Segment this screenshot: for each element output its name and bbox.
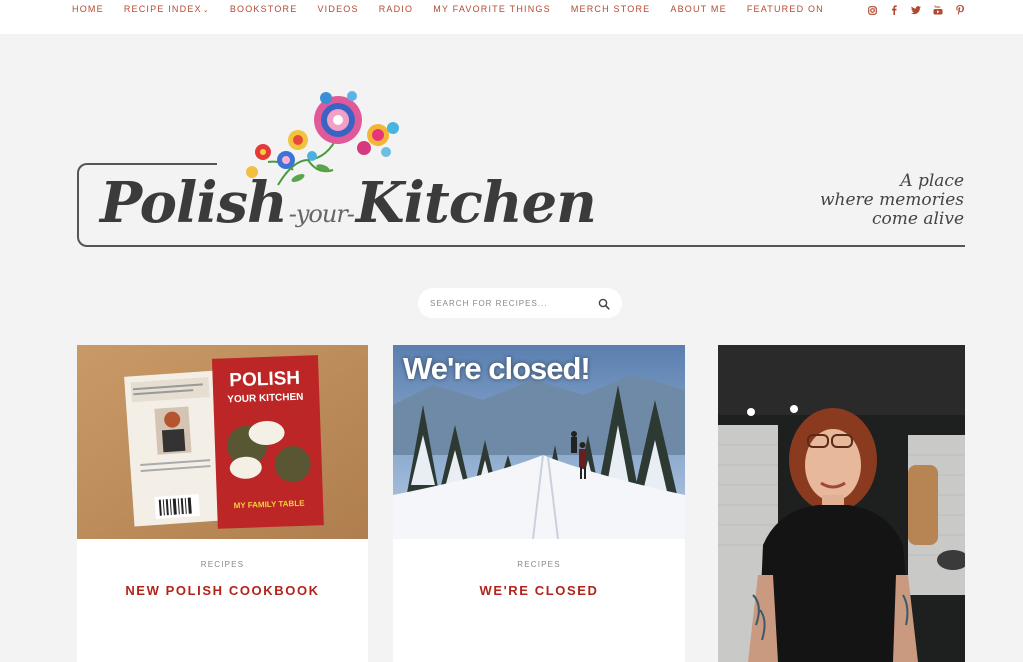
cookbook-image[interactable]: POLISH YOUR KITCHEN MY FAMILY TABLE bbox=[77, 345, 368, 539]
svg-text:You: You bbox=[934, 5, 940, 9]
card-category[interactable]: RECIPES bbox=[393, 560, 685, 569]
snowy-forest-image[interactable]: We're closed! bbox=[393, 345, 685, 539]
logo-word-your: -your- bbox=[288, 200, 355, 228]
logo-text: Polish-your-Kitchen bbox=[100, 170, 597, 236]
chevron-down-icon: ⌄ bbox=[202, 7, 210, 14]
youtube-icon[interactable]: You bbox=[933, 4, 943, 16]
portrait-image[interactable] bbox=[718, 345, 965, 662]
logo-underline bbox=[87, 245, 965, 247]
search-input[interactable] bbox=[430, 298, 590, 308]
card-category[interactable]: RECIPES bbox=[77, 560, 368, 569]
card-title[interactable]: NEW POLISH COOKBOOK bbox=[77, 583, 368, 598]
instagram-icon[interactable] bbox=[867, 4, 877, 16]
pinterest-icon[interactable] bbox=[955, 4, 965, 16]
book-cover-title: POLISH bbox=[229, 368, 300, 391]
nav-home[interactable]: HOME bbox=[72, 4, 104, 14]
logo-word-kitchen: Kitchen bbox=[355, 170, 597, 236]
nav-merch-store[interactable]: MERCH STORE bbox=[571, 4, 651, 14]
tagline-line-3: come alive bbox=[871, 209, 964, 229]
logo-word-polish: Polish bbox=[100, 170, 288, 236]
nav-bookstore[interactable]: BOOKSTORE bbox=[230, 4, 298, 14]
tagline-line-2: where memories bbox=[819, 190, 964, 210]
search-bar bbox=[418, 288, 622, 318]
twitter-icon[interactable] bbox=[911, 4, 921, 16]
card-title[interactable]: WE'RE CLOSED bbox=[393, 583, 685, 598]
site-tagline: A place where memories come alive bbox=[820, 172, 964, 229]
closed-overlay-text: We're closed! bbox=[403, 351, 591, 386]
nav-featured-on[interactable]: FEATURED ON bbox=[747, 4, 824, 14]
search-icon[interactable] bbox=[598, 297, 610, 310]
main-nav: HOME RECIPE INDEX⌄ BOOKSTORE VIDEOS RADI… bbox=[72, 4, 844, 14]
nav-recipe-index-label: RECIPE INDEX bbox=[123, 4, 202, 14]
facebook-icon[interactable] bbox=[889, 4, 899, 16]
post-card-portrait[interactable] bbox=[718, 345, 965, 662]
nav-radio[interactable]: RADIO bbox=[379, 4, 414, 14]
nav-my-favorite-things[interactable]: MY FAVORITE THINGS bbox=[433, 4, 551, 14]
social-links: You bbox=[867, 4, 965, 16]
nav-videos[interactable]: VIDEOS bbox=[317, 4, 358, 14]
post-card-cookbook[interactable]: POLISH YOUR KITCHEN MY FAMILY TABLE RECI… bbox=[77, 345, 368, 662]
top-navigation-bar: HOME RECIPE INDEX⌄ BOOKSTORE VIDEOS RADI… bbox=[0, 0, 1023, 34]
post-card-closed[interactable]: We're closed! RECIPES WE'RE CLOSED bbox=[393, 345, 685, 662]
nav-recipe-index[interactable]: RECIPE INDEX⌄ bbox=[124, 4, 210, 14]
nav-about-me[interactable]: ABOUT ME bbox=[670, 4, 726, 14]
tagline-line-1: A place bbox=[900, 171, 964, 191]
